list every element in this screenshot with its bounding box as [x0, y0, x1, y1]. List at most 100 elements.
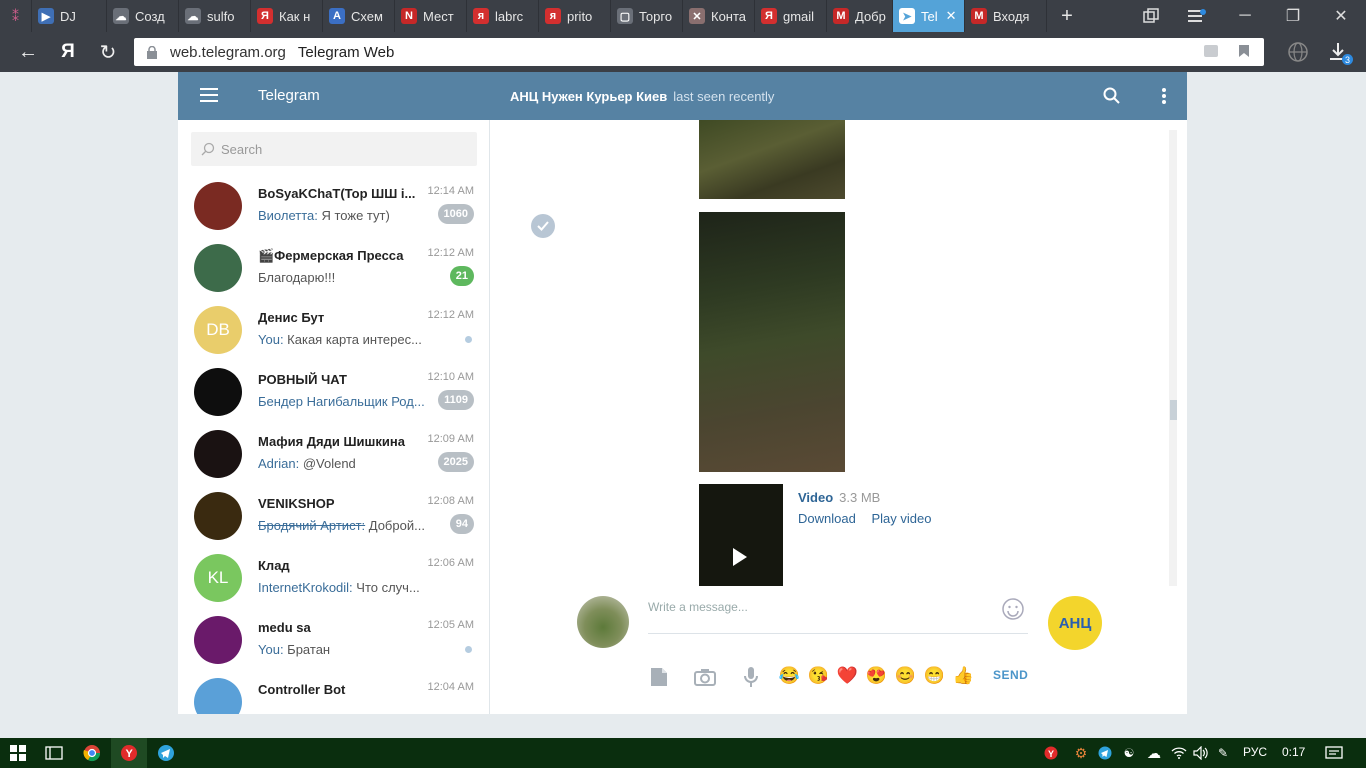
- video-download-link[interactable]: Download: [798, 511, 856, 526]
- clock[interactable]: 0:17: [1282, 745, 1305, 759]
- reload-button[interactable]: ↻: [96, 40, 120, 64]
- language-indicator[interactable]: РУС: [1243, 745, 1267, 759]
- attach-file-icon[interactable]: [648, 666, 670, 688]
- dialog-item[interactable]: Мафия Дяди Шишкина 12:09 AM Adrian: @Volen…: [178, 426, 489, 488]
- dialog-message-author: Бродячий Артист:: [258, 518, 366, 533]
- hamburger-menu-icon[interactable]: [200, 88, 218, 102]
- video-play-link[interactable]: Play video: [871, 511, 931, 526]
- tab-favicon-icon: Я: [761, 8, 777, 24]
- photo-message-2[interactable]: [699, 212, 845, 472]
- browser-tab[interactable]: я prito: [539, 0, 611, 32]
- downloads-button[interactable]: 3: [1326, 40, 1353, 65]
- telegram-taskbar-icon[interactable]: [148, 738, 184, 768]
- notifications-icon[interactable]: [1316, 738, 1352, 768]
- browser-tab[interactable]: Я Как н: [251, 0, 323, 32]
- select-checkmark-icon[interactable]: [531, 214, 555, 238]
- browser-menu-button[interactable]: ⁑: [0, 0, 32, 32]
- quick-emoji[interactable]: 👍: [949, 666, 978, 686]
- browser-tab[interactable]: ➤ Tel ✕: [893, 0, 965, 32]
- photo-message-1[interactable]: [699, 120, 845, 199]
- comment-icon[interactable]: [1204, 45, 1218, 57]
- dialog-name: РОВНЫЙ ЧАТ: [258, 372, 347, 387]
- cloud-tray-icon[interactable]: ☁: [1142, 738, 1166, 768]
- search-input[interactable]: Search: [191, 132, 477, 166]
- history-scrollbar-thumb[interactable]: [1170, 400, 1177, 420]
- browser-tab[interactable]: A Схем: [323, 0, 395, 32]
- restore-button[interactable]: ❐: [1270, 0, 1316, 32]
- microphone-icon[interactable]: [740, 666, 762, 688]
- dialog-message-author: Adrian:: [258, 456, 300, 471]
- close-window-button[interactable]: ✕: [1318, 0, 1364, 32]
- quick-emoji[interactable]: 😍: [862, 666, 891, 686]
- browser-tab[interactable]: M Добр: [827, 0, 893, 32]
- tab-label: gmail: [783, 8, 815, 24]
- chat-peer-title[interactable]: АНЦ Нужен Курьер Киев last seen recently: [510, 89, 774, 104]
- yandex-browser-taskbar-icon[interactable]: Y: [111, 738, 147, 768]
- dialog-item[interactable]: РОВНЫЙ ЧАТ 12:10 AM Бендер Нагибальщик Род…: [178, 364, 489, 426]
- tabs-panel-icon[interactable]: [1128, 0, 1174, 32]
- unread-count-badge: 1109: [438, 390, 474, 410]
- my-avatar[interactable]: [577, 596, 629, 648]
- dialog-item[interactable]: Controller Bot 12:04 AM: [178, 674, 489, 714]
- new-tab-button[interactable]: +: [1047, 0, 1087, 32]
- dialog-time: 12:12 AM: [427, 309, 474, 321]
- quick-emoji[interactable]: 😁: [920, 666, 949, 686]
- peer-avatar[interactable]: АНЦ: [1048, 596, 1102, 650]
- dialog-message-author: You:: [258, 642, 284, 657]
- yandex-home-button[interactable]: Я: [56, 40, 80, 64]
- globe-icon[interactable]: [1286, 40, 1310, 64]
- dialog-item[interactable]: VENIKSHOP 12:08 AM Бродячий Артист: Доброй…: [178, 488, 489, 550]
- dialog-item[interactable]: KL Клад 12:06 AM InternetKrokodil: Что случ…: [178, 550, 489, 612]
- windows-start-icon[interactable]: [0, 738, 36, 768]
- search-icon[interactable]: [1100, 84, 1124, 108]
- more-options-icon[interactable]: [1152, 84, 1176, 108]
- address-input[interactable]: web.telegram.org Telegram Web: [134, 38, 1264, 66]
- camera-icon[interactable]: [694, 666, 716, 688]
- telegram-tray-icon[interactable]: [1094, 738, 1116, 768]
- dialog-message-text: Что случ...: [352, 580, 420, 595]
- dialog-item[interactable]: 🎬Фермерская Пресса 12:12 AM Благодарю!!! 21: [178, 240, 489, 302]
- browser-tab[interactable]: я labrc: [467, 0, 539, 32]
- history-scrollbar[interactable]: [1169, 130, 1177, 586]
- tab-label: sulfo: [207, 8, 235, 24]
- volume-tray-icon[interactable]: [1190, 738, 1212, 768]
- browser-tab[interactable]: Яgmail: [755, 0, 827, 32]
- browser-tab[interactable]: ▶ DJ: [32, 0, 107, 32]
- minimize-button[interactable]: ─: [1222, 0, 1268, 32]
- dialogs-sidebar: Search BoSyaKChaT(Top ШШ i... 12:14 AM Вио…: [178, 120, 490, 714]
- browser-tab[interactable]: N Мест: [395, 0, 467, 32]
- dialog-last-message: Бендер Нагибальщик Род...: [258, 394, 428, 409]
- touch-keyboard-tray-icon[interactable]: ✎: [1212, 738, 1234, 768]
- browser-tab[interactable]: M Входя: [965, 0, 1047, 32]
- tab-close-icon[interactable]: ✕: [946, 8, 957, 24]
- unread-count-badge: 2025: [437, 452, 474, 472]
- wifi-tray-icon[interactable]: [1168, 738, 1190, 768]
- send-button[interactable]: SEND: [993, 668, 1028, 682]
- tab-favicon-icon: ☁: [113, 8, 129, 24]
- app-tray-icon[interactable]: ⚙: [1070, 738, 1092, 768]
- browser-tab[interactable]: ☁ Созд: [107, 0, 179, 32]
- message-input[interactable]: Write a message...: [648, 596, 1028, 634]
- back-button[interactable]: ←: [16, 40, 40, 64]
- tab-label: Конта: [711, 8, 747, 24]
- quick-emoji[interactable]: 😘: [804, 666, 833, 686]
- browser-tab[interactable]: ▢ Торго: [611, 0, 683, 32]
- dialog-item[interactable]: BoSyaKChaT(Top ШШ i... 12:14 AM Виолетта: …: [178, 178, 489, 240]
- quick-emoji[interactable]: 😊: [891, 666, 920, 686]
- input-method-tray-icon[interactable]: ☯: [1118, 738, 1140, 768]
- emoji-picker-icon[interactable]: [1002, 598, 1024, 620]
- video-thumbnail[interactable]: [699, 484, 783, 586]
- dialog-item[interactable]: DB Денис Бут 12:12 AM You: Какая карта инте…: [178, 302, 489, 364]
- browser-tab[interactable]: ☁ sulfo: [179, 0, 251, 32]
- quick-emoji[interactable]: 😂: [775, 666, 804, 686]
- bookmark-icon[interactable]: [1238, 44, 1250, 62]
- dialog-item[interactable]: medu sa 12:05 AM You: Братан: [178, 612, 489, 674]
- task-view-icon[interactable]: [36, 738, 72, 768]
- dialog-name: VENIKSHOP: [258, 496, 335, 511]
- menu-icon[interactable]: [1174, 0, 1220, 32]
- play-icon[interactable]: [733, 548, 747, 566]
- browser-tab[interactable]: ✕ Конта: [683, 0, 755, 32]
- yandex-tray-icon[interactable]: Y: [1040, 738, 1062, 768]
- quick-emoji[interactable]: ❤️: [833, 666, 862, 686]
- chrome-taskbar-icon[interactable]: [74, 738, 110, 768]
